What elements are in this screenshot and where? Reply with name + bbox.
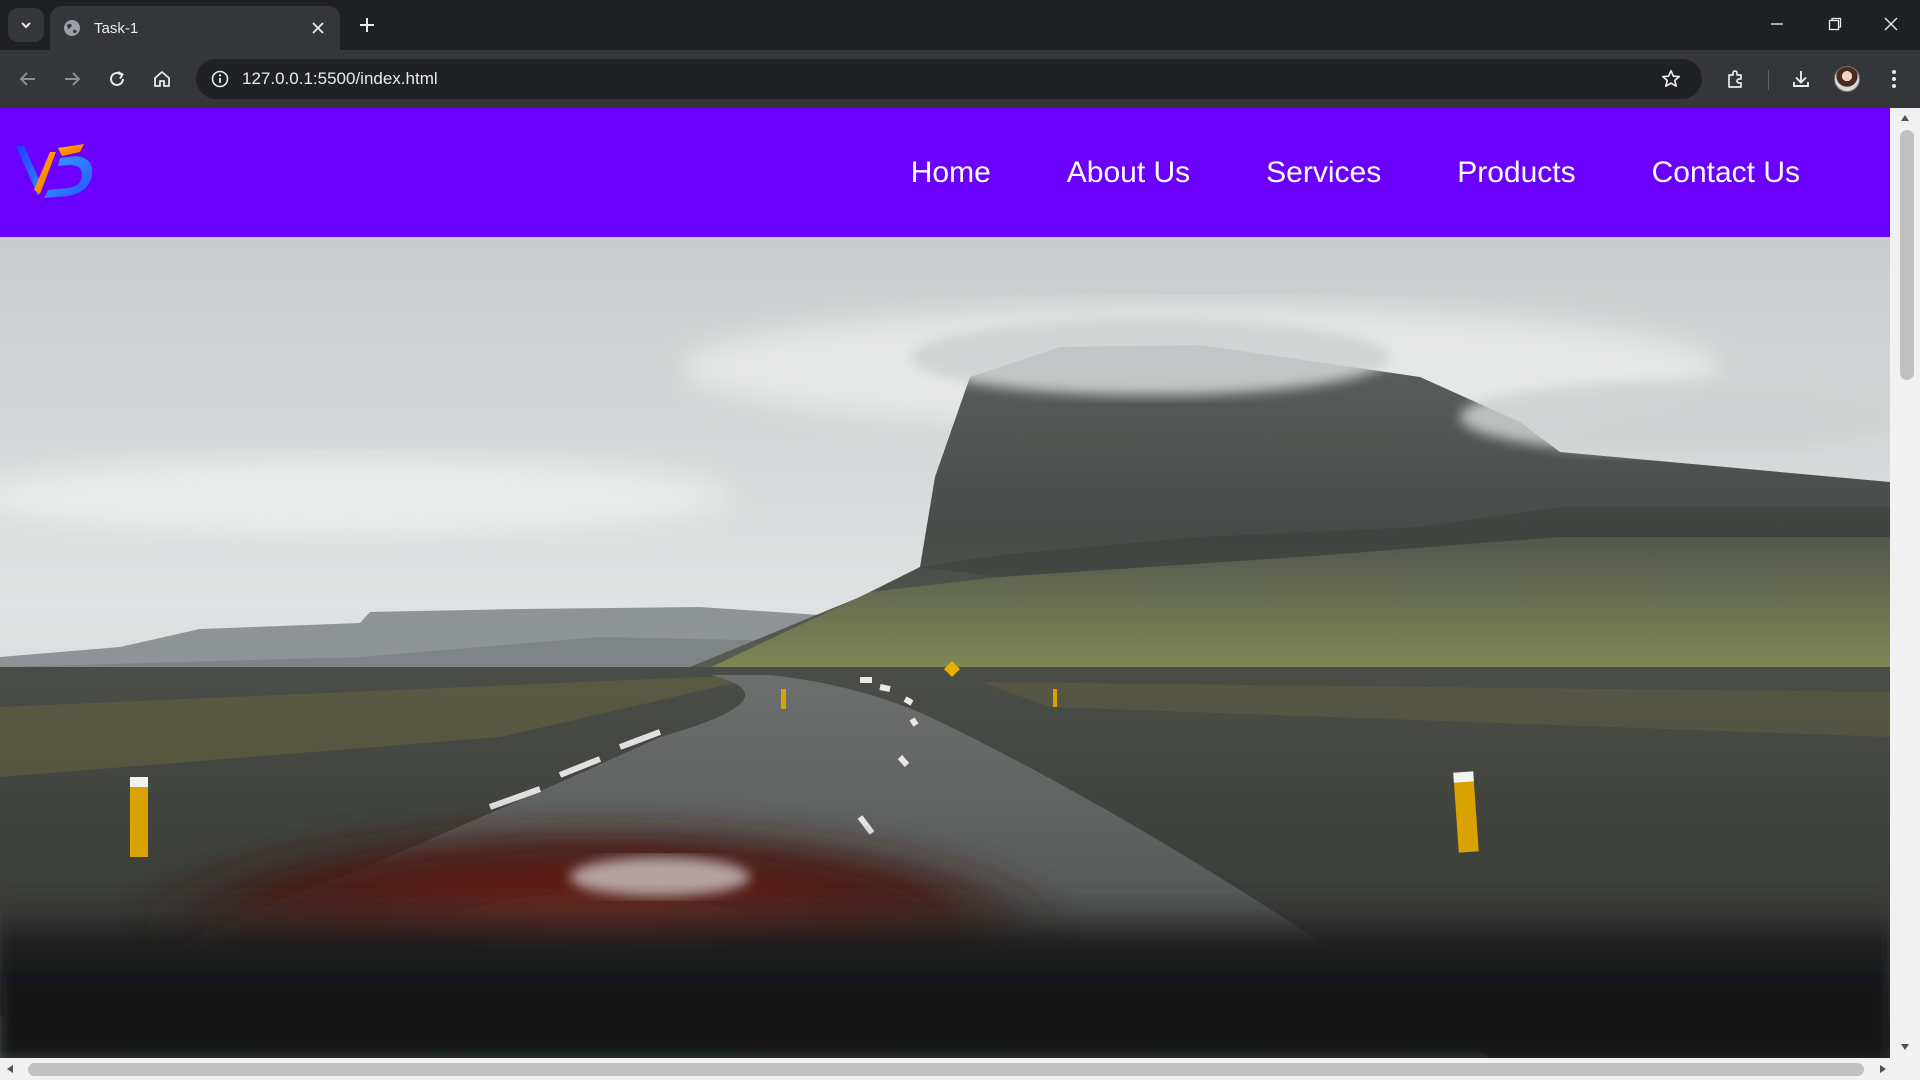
scroll-right-arrow-icon[interactable]: [1880, 1065, 1886, 1073]
arrow-left-icon: [19, 72, 35, 86]
hero-image: [0, 237, 1890, 1058]
scroll-up-arrow-icon[interactable]: [1901, 115, 1909, 121]
globe-icon: [62, 18, 82, 38]
scroll-down-arrow-icon[interactable]: [1901, 1044, 1909, 1050]
toolbar-divider: [1768, 70, 1769, 90]
nav-home-link[interactable]: Home: [911, 156, 991, 190]
nav-products-link[interactable]: Products: [1457, 156, 1575, 190]
browser-tab-strip: Task-1: [0, 0, 1920, 50]
scroll-left-arrow-icon[interactable]: [7, 1065, 13, 1073]
site-header: Home About Us Services Products Contact …: [0, 108, 1890, 237]
chevron-down-icon: [21, 22, 31, 29]
url-text[interactable]: 127.0.0.1:5500/index.html: [242, 69, 1654, 89]
reload-icon: [110, 71, 124, 86]
horizontal-scroll-thumb[interactable]: [28, 1063, 1864, 1076]
extensions-button[interactable]: [1718, 61, 1754, 97]
home-button[interactable]: [144, 61, 180, 97]
more-vertical-icon: [1892, 70, 1896, 88]
nav-about-us-link[interactable]: About Us: [1067, 156, 1190, 190]
page-viewport: Home About Us Services Products Contact …: [0, 108, 1890, 1058]
vs-logo-icon[interactable]: [14, 140, 96, 204]
puzzle-icon: [1728, 70, 1742, 88]
close-tab-icon[interactable]: [306, 16, 330, 40]
minimize-button[interactable]: [1748, 0, 1806, 48]
tab-title: Task-1: [94, 19, 139, 37]
vertical-scrollbar[interactable]: [1890, 108, 1920, 1058]
close-icon: [1884, 17, 1898, 31]
browser-toolbar: 127.0.0.1:5500/index.html: [0, 50, 1920, 108]
browser-tab-active[interactable]: Task-1: [50, 6, 340, 50]
tab-search-button[interactable]: [8, 8, 44, 42]
browser-menu-button[interactable]: [1876, 61, 1912, 97]
site-info-icon[interactable]: [206, 65, 234, 93]
download-icon: [1793, 71, 1809, 87]
downloads-button[interactable]: [1783, 61, 1819, 97]
nav-services-link[interactable]: Services: [1266, 156, 1381, 190]
arrow-right-icon: [65, 72, 81, 86]
address-bar[interactable]: 127.0.0.1:5500/index.html: [196, 59, 1702, 99]
main-nav: Home About Us Services Products Contact …: [835, 108, 1800, 237]
restore-button[interactable]: [1806, 0, 1864, 48]
forward-button[interactable]: [54, 61, 90, 97]
nav-contact-us-link[interactable]: Contact Us: [1652, 156, 1800, 190]
plus-icon: [360, 18, 374, 32]
profile-avatar[interactable]: [1834, 66, 1860, 92]
home-icon: [154, 71, 170, 87]
restore-icon: [1828, 17, 1842, 31]
horizontal-scrollbar[interactable]: [0, 1058, 1920, 1080]
back-button[interactable]: [10, 61, 46, 97]
vertical-scroll-thumb[interactable]: [1900, 130, 1914, 380]
bookmark-star-icon[interactable]: [1654, 62, 1688, 96]
reload-button[interactable]: [99, 61, 135, 97]
minimize-icon: [1771, 23, 1783, 25]
close-window-button[interactable]: [1862, 0, 1920, 48]
new-tab-button[interactable]: [352, 10, 382, 40]
